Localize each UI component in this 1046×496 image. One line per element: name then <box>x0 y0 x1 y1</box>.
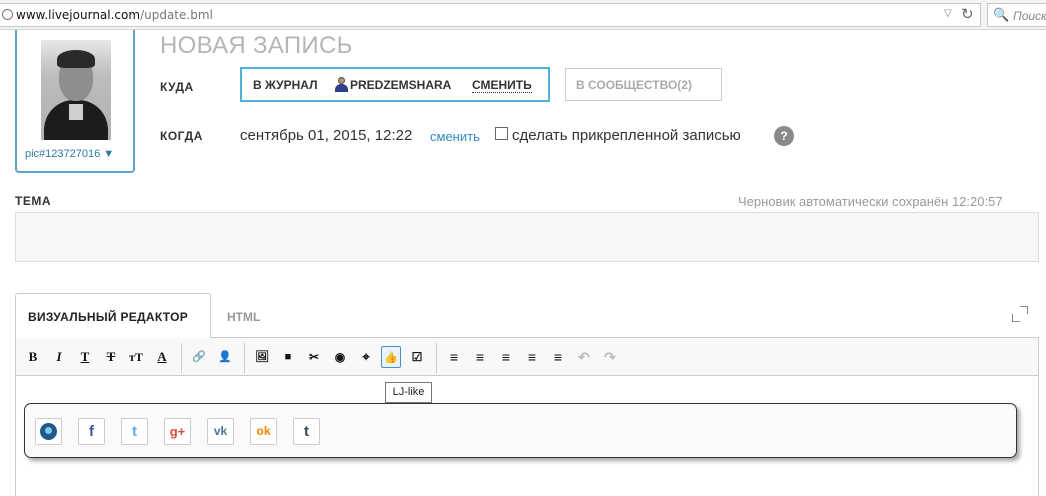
sticky-checkbox[interactable] <box>495 127 508 140</box>
userpic-label[interactable]: pic#123727016 ▼ <box>25 148 114 160</box>
redo-button[interactable]: ↷ <box>600 346 620 368</box>
bold-button[interactable]: B <box>23 346 43 368</box>
when-label: КОГДА <box>160 129 203 143</box>
video-button[interactable]: ■ <box>278 346 298 368</box>
help-icon[interactable]: ? <box>774 126 794 146</box>
image-button[interactable]: 🖼 <box>252 346 272 368</box>
livejournal-icon <box>40 423 57 440</box>
lj-like-tooltip: LJ-like <box>385 382 432 403</box>
url-input[interactable]: www.livejournal.com/update.bml ▽ ↻ <box>0 3 981 27</box>
draft-status: Черновик автоматически сохранён 12:20:57 <box>738 194 1003 209</box>
journal-prefix: В ЖУРНАЛ <box>253 78 318 92</box>
user-icon <box>334 77 348 93</box>
journal-username: PREDZEMSHARA <box>350 78 452 92</box>
cut-button[interactable]: ✂ <box>304 346 324 368</box>
share-odnoklassniki-button[interactable]: ok <box>250 418 277 445</box>
unordered-list-button[interactable]: ≡ <box>470 346 490 368</box>
userpic-selector[interactable]: pic#123727016 ▼ <box>15 30 135 173</box>
toolbar-separator <box>244 343 245 373</box>
community-label: В СООБЩЕСТВО(2) <box>576 78 692 92</box>
where-label: КУДА <box>160 80 194 94</box>
tab-html[interactable]: HTML <box>227 310 260 324</box>
tab-visual-editor[interactable]: ВИЗУАЛЬНЫЙ РЕДАКТОР <box>15 293 211 338</box>
userpic-image <box>41 40 111 140</box>
poll-button[interactable]: ☑ <box>407 346 427 368</box>
subject-input[interactable] <box>15 212 1039 262</box>
location-button[interactable]: ⌖ <box>356 346 376 368</box>
lj-like-button[interactable]: 👍 <box>381 346 401 368</box>
search-icon: 🔍 <box>993 7 1010 22</box>
spoiler-button[interactable]: ◉ <box>330 346 350 368</box>
share-livejournal-button[interactable] <box>35 418 62 445</box>
url-text: www.livejournal.com/update.bml <box>16 8 213 22</box>
share-facebook-button[interactable]: f <box>78 418 105 445</box>
post-date: сентябрь 01, 2015, 12:22 <box>240 127 413 144</box>
editor-toolbar: B I T T тТ A 🔗 👤 🖼 ■ ✂ ◉ ⌖ 👍 ☑ ≡ ≡ ≡ ≡ ≡… <box>15 337 1039 376</box>
share-twitter-button[interactable]: t <box>121 418 148 445</box>
reload-icon[interactable]: ↻ <box>961 5 974 23</box>
search-input[interactable]: 🔍 Поиск <box>987 3 1046 27</box>
url-dropdown-icon[interactable]: ▽ <box>944 8 952 19</box>
link-button[interactable]: 🔗 <box>189 346 209 368</box>
browser-address-bar: www.livejournal.com/update.bml ▽ ↻ 🔍 Пои… <box>0 0 1046 30</box>
globe-icon <box>2 9 13 20</box>
share-vk-button[interactable]: vk <box>207 418 234 445</box>
align-left-button[interactable]: ≡ <box>496 346 516 368</box>
undo-button[interactable]: ↶ <box>574 346 594 368</box>
sticky-label[interactable]: сделать прикрепленной записью <box>512 127 741 144</box>
italic-button[interactable]: I <box>49 346 69 368</box>
toolbar-separator <box>181 343 182 373</box>
change-date-link[interactable]: сменить <box>430 129 480 144</box>
subject-label: ТЕМА <box>15 194 51 208</box>
fullscreen-icon[interactable] <box>1012 306 1028 322</box>
strikethrough-button[interactable]: T <box>101 346 121 368</box>
tab-visual-label: ВИЗУАЛЬНЫЙ РЕДАКТОР <box>28 310 189 324</box>
journal-target-button[interactable]: В ЖУРНАЛ PREDZEMSHARA СМЕНИТЬ <box>240 67 550 102</box>
user-link-button[interactable]: 👤 <box>215 346 235 368</box>
lj-like-share-panel[interactable]: f t g+ vk ok t <box>24 403 1017 458</box>
community-target-button[interactable]: В СООБЩЕСТВО(2) <box>565 68 722 101</box>
text-color-button[interactable]: A <box>152 346 172 368</box>
font-size-button[interactable]: тТ <box>126 346 146 368</box>
ordered-list-button[interactable]: ≡ <box>444 346 464 368</box>
align-center-button[interactable]: ≡ <box>522 346 542 368</box>
share-googleplus-button[interactable]: g+ <box>164 418 191 445</box>
search-placeholder: Поиск <box>1013 9 1046 23</box>
toolbar-separator <box>436 343 437 373</box>
share-tumblr-button[interactable]: t <box>293 418 320 445</box>
underline-button[interactable]: T <box>75 346 95 368</box>
page-title: НОВАЯ ЗАПИСЬ <box>160 32 353 59</box>
align-right-button[interactable]: ≡ <box>548 346 568 368</box>
change-journal-button[interactable]: СМЕНИТЬ <box>472 78 532 93</box>
